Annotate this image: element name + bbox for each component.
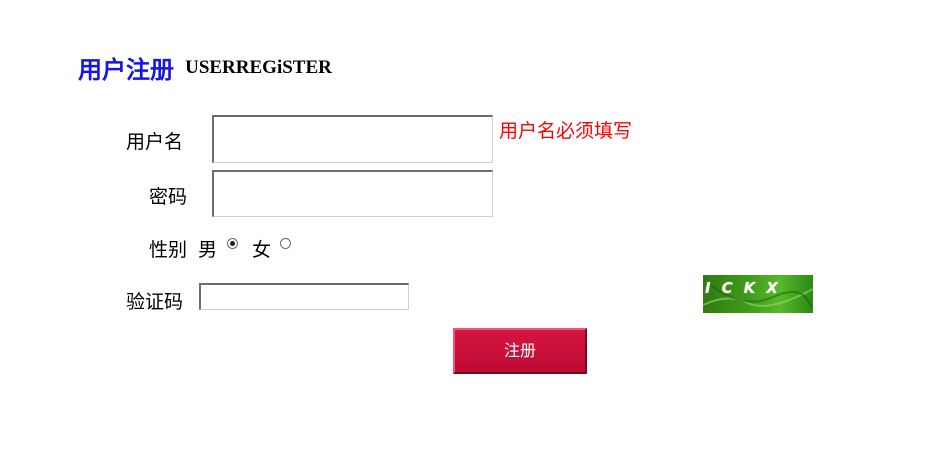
username-input[interactable] <box>212 115 493 163</box>
gender-male-radio[interactable] <box>227 238 238 249</box>
register-button[interactable]: 注册 <box>453 328 587 374</box>
username-error: 用户名必须填写 <box>499 120 633 142</box>
captcha-text: ICKX <box>705 279 789 297</box>
captcha-image[interactable]: ICKX <box>703 275 813 313</box>
gender-option-male-label: 男 <box>198 239 218 261</box>
gender-label: 性别 <box>149 239 188 261</box>
password-input[interactable] <box>212 170 493 217</box>
gender-female-radio[interactable] <box>280 238 291 249</box>
page-title-en: USERREGiSTER <box>185 56 332 78</box>
captcha-label: 验证码 <box>126 291 184 313</box>
password-label: 密码 <box>149 186 188 208</box>
gender-option-female-label: 女 <box>252 239 272 261</box>
page-title-cn: 用户注册 <box>78 56 174 84</box>
username-label: 用户名 <box>126 131 184 153</box>
captcha-input[interactable] <box>199 283 409 310</box>
page-title: 用户注册 USERREGiSTER <box>78 50 332 85</box>
